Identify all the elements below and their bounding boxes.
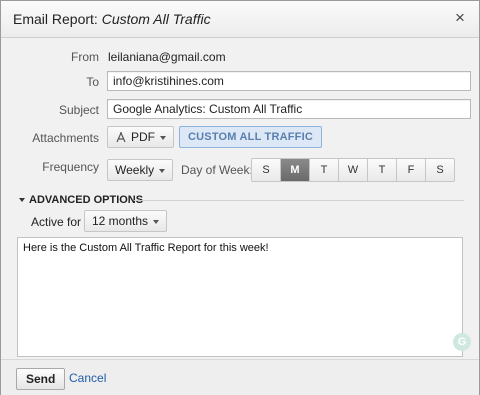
from-label: From [71,50,99,64]
frequency-value: Weekly [115,163,155,177]
chevron-down-icon [153,219,160,224]
triangle-down-icon [19,198,25,203]
attachment-format-label: PDF [131,130,155,144]
day-of-week-selector: S M T W T F S [251,158,455,182]
dialog-title: Email Report: Custom All Traffic [13,11,211,27]
attachment-format-dropdown[interactable]: PDF [107,126,174,148]
attachments-label: Attachments [32,131,99,145]
from-value: leilaniana@gmail.com [108,50,226,64]
active-for-dropdown[interactable]: 12 months [84,210,168,232]
active-for-value: 12 months [92,214,149,228]
day-button[interactable]: W [339,159,368,181]
message-textarea[interactable]: Here is the Custom All Traffic Report fo… [17,237,463,357]
frequency-label: Frequency [42,160,99,174]
day-button-selected[interactable]: M [281,159,310,181]
close-icon[interactable]: × [451,9,469,27]
grammarly-icon[interactable]: G [453,333,471,351]
active-for-label: Active for [31,215,82,229]
chevron-down-icon [160,135,166,140]
subject-label: Subject [58,103,99,117]
day-button[interactable]: F [397,159,426,181]
subject-field[interactable]: Google Analytics: Custom All Traffic [107,99,471,119]
day-of-week-label: Day of Week: [181,163,253,177]
frequency-dropdown[interactable]: Weekly [107,159,174,181]
dialog-title-prefix: Email Report: [13,11,98,27]
day-button[interactable]: S [426,159,454,181]
dialog-title-report: Custom All Traffic [101,11,211,27]
send-button[interactable]: Send [16,368,66,390]
advanced-options-toggle[interactable]: ADVANCED OPTIONS [19,194,143,206]
day-button[interactable]: T [368,159,397,181]
pdf-icon [116,131,126,143]
email-report-dialog: Email Report: Custom All Traffic × From … [0,0,480,395]
divider [134,200,464,201]
chevron-down-icon [159,168,166,173]
to-field[interactable]: info@kristihines.com [107,71,471,91]
day-button[interactable]: S [252,159,281,181]
advanced-options-label: ADVANCED OPTIONS [29,194,144,206]
day-button[interactable]: T [310,159,339,181]
dialog-header: Email Report: Custom All Traffic × [1,1,479,38]
cancel-link[interactable]: Cancel [69,371,106,385]
report-attachment-tag[interactable]: CUSTOM ALL TRAFFIC [179,126,322,148]
to-label: To [86,75,99,89]
